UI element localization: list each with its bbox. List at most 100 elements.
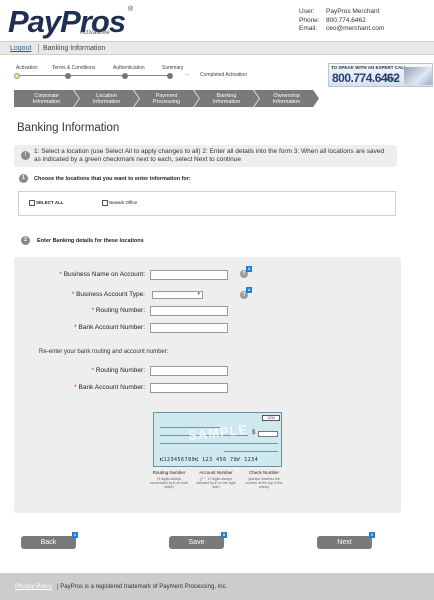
reenter-instruction: Re-enter your bank routing and account n… [39, 349, 169, 355]
privacy-policy-link[interactable]: Privacy Policy [15, 584, 52, 590]
progress-dot-activation [14, 72, 20, 79]
user-value: PayPros Merchant [326, 8, 380, 15]
sample-watermark: SAMPLE [187, 421, 249, 444]
contact-labels: User: Phone: Email: [299, 8, 320, 34]
top-bar: Logout Banking Information [0, 41, 434, 55]
instructions-text: 1: Select a location (use Select All to … [34, 148, 385, 163]
save-button-badge: 5 [221, 532, 227, 538]
dollar-sign: $ [252, 430, 256, 436]
bank-account-label: * Bank Account Number: [5, 324, 145, 331]
save-button[interactable]: Save [169, 536, 224, 549]
footer-trademark-text: | PayPros is a registered trademark of P… [57, 584, 228, 590]
back-button-badge: 1 [72, 532, 78, 538]
tab-ownership-information[interactable]: Ownership Information [254, 90, 319, 107]
account-number-caption-sub: (7 ~ 17 digits always followed by ⑈ on t… [196, 477, 236, 490]
logout-link[interactable]: Logout [10, 45, 31, 52]
label-text: Business Account Type: [76, 291, 145, 298]
micr-line: ⑆123456789⑆ 123 456 78⑈ 1234 [160, 457, 259, 463]
tab-corporate-information[interactable]: Corporate Information [14, 90, 79, 107]
select-all-label: SELECT ALL [36, 200, 64, 205]
bank-account-confirm-label: * Bank Account Number: [5, 384, 145, 391]
keyboard-image [404, 67, 432, 85]
banner-hours: 9am - 8pm EST [385, 73, 400, 81]
label-text: Business Name on Account: [63, 271, 145, 278]
section-2-badge: 2 [21, 236, 30, 245]
account-number-caption: Account Number [199, 470, 233, 475]
email-value: ceo@merchant.com [326, 25, 385, 32]
location-label-newark: Newark Office [109, 200, 138, 205]
routing-number-confirm-input[interactable] [150, 366, 228, 376]
logo-registered-mark: ® [128, 6, 134, 13]
progress-arrow-icon: → [183, 71, 190, 78]
label-text: Routing Number: [95, 307, 145, 314]
next-button[interactable]: Next [317, 536, 372, 549]
bank-account-input[interactable] [150, 323, 228, 333]
location-checkbox-newark[interactable] [102, 200, 108, 206]
select-all-checkbox[interactable] [29, 200, 35, 206]
logo-tagline: ActivateMe [80, 30, 110, 36]
required-mark: * [71, 291, 75, 298]
page-title: Banking Information [17, 122, 120, 134]
progress-dot-authentication [122, 72, 128, 79]
tab-payment-processing[interactable]: Payment Processing [134, 90, 199, 107]
account-type-select[interactable] [152, 291, 203, 299]
banner-heading: TO SPEAK WITH AN EXPERT CALL [331, 65, 407, 70]
breadcrumb: Banking Information [43, 45, 106, 52]
tab-label: Information [92, 99, 121, 105]
step-label-terms: Terms & Conditions [52, 65, 96, 71]
routing-number-caption: Routing Number [152, 470, 186, 475]
tab-label: Information [212, 99, 241, 105]
progress-track [17, 75, 172, 76]
next-button-badge: 2 [369, 532, 375, 538]
routing-number-caption-sub: (9 digits always surrounded by ⑆ on both… [149, 477, 189, 490]
sample-check-image: 1234 $ SAMPLE ⑆123456789⑆ 123 456 78⑈ 12… [153, 412, 282, 467]
routing-number-confirm-label: * Routing Number: [5, 367, 145, 374]
required-mark: * [74, 384, 77, 391]
contact-values: PayPros Merchant 800.774.6462 ceo@mercha… [326, 8, 384, 34]
location-selector: SELECT ALL Newark Office [18, 191, 396, 216]
progress-dot-summary [167, 72, 173, 79]
required-mark: * [91, 367, 95, 374]
routing-number-label: * Routing Number: [5, 307, 145, 314]
email-label: Email: [299, 25, 318, 32]
progress-dot-terms [65, 72, 71, 79]
step-label-completed: Completed Activation [200, 72, 247, 78]
routing-number-input[interactable] [150, 306, 228, 316]
label-text: Bank Account Number: [78, 324, 145, 331]
tab-label: Information [272, 99, 301, 105]
help-badge-3: 3 [246, 266, 252, 272]
info-badge-icon: ! [21, 151, 30, 160]
section-1-badge: 1 [19, 174, 28, 183]
label-text: Routing Number: [95, 367, 145, 374]
step-label-summary: Summary [162, 65, 184, 71]
check-number-caption-sub: (always matches the number at the top of… [245, 477, 283, 490]
tab-location-information[interactable]: Location Information [74, 90, 139, 107]
required-mark: * [74, 324, 77, 331]
expert-call-banner[interactable]: TO SPEAK WITH AN EXPERT CALL 800.774.646… [328, 63, 433, 87]
tab-label: Information [32, 99, 61, 105]
phone-value: 800.774.6462 [326, 16, 366, 24]
check-number-caption: Check Number [248, 470, 279, 475]
bank-account-confirm-input[interactable] [150, 383, 228, 393]
topbar-divider [38, 44, 39, 53]
business-name-label: * Business Name on Account: [5, 271, 145, 278]
user-label: User: [299, 8, 315, 15]
back-button[interactable]: Back [21, 536, 76, 549]
tab-banking-information[interactable]: Banking Information [194, 90, 259, 107]
account-type-label: * Business Account Type: [5, 291, 145, 298]
step-label-activation: Activation [16, 65, 38, 71]
check-number-box: 1234 [262, 415, 280, 421]
business-name-input[interactable] [150, 270, 228, 280]
help-badge-4: 4 [246, 287, 252, 293]
signature-line [224, 451, 278, 452]
section-2-title: Enter Banking details for these location… [37, 238, 144, 244]
required-mark: * [59, 271, 62, 278]
phone-label: Phone: [299, 16, 320, 24]
amount-box [258, 431, 278, 437]
check-line [160, 443, 278, 444]
tab-label: Processing [152, 99, 181, 105]
section-1-title: Choose the locations that you want to en… [34, 176, 191, 182]
label-text: Bank Account Number: [78, 384, 145, 391]
required-mark: * [91, 307, 95, 314]
step-label-authentication: Authentication [113, 65, 145, 71]
